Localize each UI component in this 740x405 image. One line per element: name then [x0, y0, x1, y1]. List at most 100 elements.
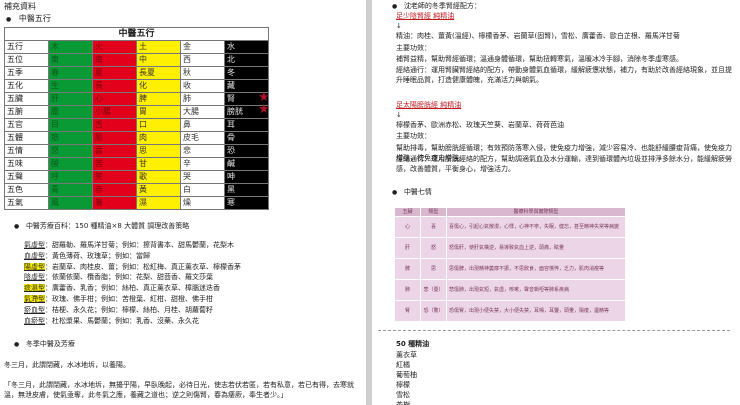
wuxing-cell: 脈 [92, 131, 137, 145]
qiqing-row: 肝怒怒傷肝，使肝氣橫逆，易導致氣血上逆，頭痛，眩暈 [394, 237, 626, 259]
top-heading-row: ● 沈老師的冬季腎經配方： [392, 2, 481, 11]
section-label: 補充資料 [4, 2, 36, 11]
wuxing-cell: 肉 [136, 131, 181, 145]
wuxing-cell: 耳 [224, 118, 269, 132]
oil-list-item: 薰衣草 [396, 351, 417, 359]
qiqing-header-desc: 醫療科學與實際類型 [446, 207, 626, 217]
wuxing-table-row: 五位東南中西北 [4, 53, 269, 67]
qiqing-organ: 肝 [394, 237, 421, 259]
qiqing-emotion: 恐（驚） [420, 300, 447, 322]
wuxing-cell: 酸 [48, 157, 93, 171]
constitution-item: 痰濕型：廣藿香、乳香；例如：絲柏、真正薰衣草、樟腦迷迭香 [24, 284, 220, 293]
wuxing-cell: 怒 [48, 144, 93, 158]
oil-list-item: 葡萄柚 [396, 371, 417, 379]
wuxing-cell: 春 [48, 66, 93, 80]
wuxing-cell: 筋 [48, 131, 93, 145]
constitution-text: ：黃色薄荷、玫瑰草；例如：當歸 [45, 251, 150, 260]
wuxing-table-row: 五體筋脈肉皮毛骨 [4, 131, 269, 145]
qiqing-desc: 思傷脾，出現精神萎靡不振，不思飲食，面容憔悴，乏力，肌肉消瘦等 [446, 258, 626, 280]
wuxing-table-row: 五季春夏長夏秋冬 [4, 66, 269, 80]
wuxing-cell: 膽 [48, 105, 93, 119]
wuxing-row-label: 五腑 [4, 105, 49, 119]
qiqing-desc: 恐傷腎，出現小便失禁，大小便失禁，耳鳴，耳聾，頭暈，陽痿，遺精等 [446, 300, 626, 322]
wuxing-table-row: 五味酸苦甘辛鹹 [4, 157, 269, 171]
wuxing-cell: 哭 [180, 170, 225, 184]
wuxing-cell: 思 [136, 144, 181, 158]
wuxing-row-label: 五聲 [4, 170, 49, 184]
wuxing-cell: 暑 [92, 196, 137, 210]
qiqing-organ: 肺 [394, 279, 421, 301]
recipe1-ingredients-row: 精油：肉桂、薑黃(溫經)、檸檬香茅、岩蘭草(固腎)，雪松、廣藿香、歐白芷根、羅馬… [396, 32, 680, 41]
wuxing-cell: 舌 [92, 118, 137, 132]
wuxing-cell: 赤 [92, 183, 137, 197]
qiqing-header-type: 類型 [420, 207, 447, 217]
wuxing-cell: 大腸 [180, 105, 225, 119]
wuxing-cell: 金 [180, 40, 225, 54]
constitution-text: ：岩蘭草、肉桂皮、薑；例如：松紅梅、真正薰衣草、檸檬香茅 [45, 262, 241, 271]
wuxing-cell: 黃 [136, 183, 181, 197]
wuxing-cell: 脾 [136, 92, 181, 106]
wuxing-table-row: 五化生長化收藏 [4, 79, 269, 93]
wuxing-cell: 白 [180, 183, 225, 197]
qiqing-organ: 脾 [394, 258, 421, 280]
aroma-heading-row: ● 中醫芳療百科：150 種精油×8 大體質 調理改善策略 [14, 222, 189, 231]
oil-list-item: 檸檬 [396, 381, 410, 389]
wuxing-cell: 火 [92, 40, 137, 54]
wuxing-cell: 目 [48, 118, 93, 132]
wuxing-row-label: 五體 [4, 131, 49, 145]
wuxing-cell: 土 [136, 40, 181, 54]
winter-quote: 「冬三月，此謂閉藏，水冰地坼，無擾乎陽，早臥晚起，必待日光，使志若伏若匿，若有私… [4, 381, 354, 399]
bullet-icon: ● [6, 16, 12, 23]
wuxing-row-label: 五氣 [4, 196, 49, 210]
wuxing-cell: 黑 [224, 183, 269, 197]
wuxing-cell: 東 [48, 53, 93, 67]
star-icon: ★ [258, 102, 270, 117]
wuxing-cell: 肺 [180, 92, 225, 106]
qiqing-emotion: 思 [420, 258, 447, 280]
wuxing-cell: 恐 [224, 144, 269, 158]
recipe1-effect-label: 主要功效： [396, 44, 431, 52]
constitution-item: 陰虛型：依蘭依蘭、欖香脂；例如：花梨、甜茴香、羅文莎葉 [24, 273, 213, 282]
wuxing-row-label: 五色 [4, 183, 49, 197]
constitution-name: 血瘀型 [24, 316, 45, 325]
constitution-text: ：杜松漿果、馬鬱蘭；例如：乳香、沒藥、永久花 [45, 316, 199, 325]
qiqing-row: 心喜喜傷心，引起心氣散漫，心悸，心神不寧，失眠，健忘，甚至精神失常等病變 [394, 216, 626, 238]
wuxing-row-label: 五味 [4, 157, 49, 171]
recipe1-bullet: ↓ [396, 22, 402, 30]
qiqing-desc: 怒傷肝，使肝氣橫逆，易導致氣血上逆，頭痛，眩暈 [446, 237, 626, 259]
qiqing-heading: 中醫七情 [403, 188, 432, 196]
wuxing-cell: 南 [92, 53, 137, 67]
wuxing-cell: 笑 [92, 170, 137, 184]
wuxing-row-label: 五化 [4, 79, 49, 93]
recipe2-ingredients: 檸檬香茅、歐洲赤松、玫瑰天竺葵、岩蘭草、荷荷芭油 [396, 121, 564, 129]
wuxing-cell: 悲 [180, 144, 225, 158]
wuxing-cell: 中 [136, 53, 181, 67]
constitution-name: 血虛型 [24, 251, 45, 260]
list-heading: 50 種精油 [396, 340, 430, 348]
qiqing-row: 脾思思傷脾，出現精神萎靡不振，不思飲食，面容憔悴，乏力，肌肉消瘦等 [394, 258, 626, 280]
qiqing-row: 肺悲（憂） 悲傷肺，出現氣短，氣虛，咳嗽，聲音嘶啞等肺系疾病 [394, 279, 626, 301]
constitution-item: 血瘀型：杜松漿果、馬鬱蘭；例如：乳香、沒藥、永久花 [24, 317, 199, 326]
wuxing-cell: 甘 [136, 157, 181, 171]
constitution-text: ：玫瑰、佛手柑；例如：苦橙葉、紅柑、甜橙、佛手柑 [45, 295, 213, 303]
wuxing-cell: 收 [180, 79, 225, 93]
qiqing-emotion: 喜 [420, 216, 447, 238]
wuxing-cell: 喜 [92, 144, 137, 158]
recipe1-effect-2: 經絡通行：運用腎臟腎經絡的配方，帶動身體氣血循環，緩解疲憊狀態，補力，有助於改善… [396, 66, 732, 84]
wuxing-table-title: 中醫五行 [4, 27, 269, 41]
qiqing-emotion: 怒 [420, 237, 447, 259]
qiqing-desc: 悲傷肺，出現氣短，氣虛，咳嗽，聲音嘶啞等肺系疾病 [446, 279, 626, 301]
aroma-heading: 中醫芳療百科：150 種精油×8 大體質 調理改善策略 [25, 222, 190, 230]
wuxing-table-row: 五官目舌口鼻耳 [4, 118, 269, 132]
section-divider [378, 330, 730, 331]
wuxing-cell: 冬 [224, 66, 269, 80]
qiqing-row: 腎恐（驚） 恐傷腎，出現小便失禁，大小便失禁，耳鳴，耳聾，頭暈，陽痿，遺精等 [394, 300, 626, 322]
recipe1-effect-1: 補腎益精，幫助腎經循環；溫通身體循環，幫助扭轉寒氣，溫暖冰冷手腳，消除冬季虛寒感… [396, 55, 683, 63]
wuxing-cell: 青 [48, 183, 93, 197]
constitution-name: 氣虛型 [24, 241, 45, 249]
wuxing-cell: 鼻 [180, 118, 225, 132]
constitution-text: ：甜羅勒、羅馬洋甘菊；例如：擦背書本、甜馬鬱蘭，花梨木 [45, 241, 234, 249]
wuxing-cell: 呻 [224, 170, 269, 184]
wuxing-row-label: 五官 [4, 118, 49, 132]
wuxing-cell: 心 [92, 92, 137, 106]
